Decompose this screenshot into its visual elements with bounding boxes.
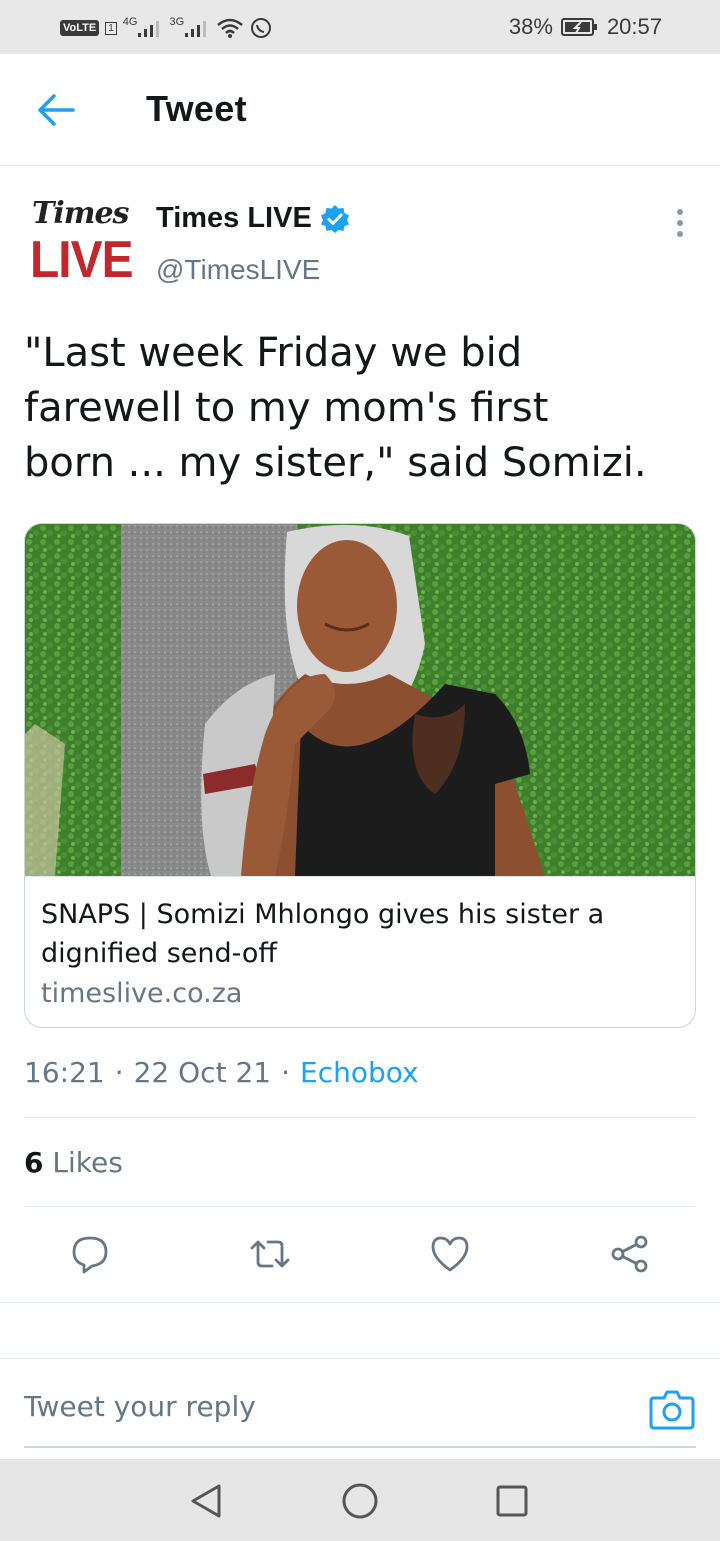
verified-badge-icon [320,204,349,233]
share-button[interactable] [608,1232,652,1276]
triangle-back-icon [191,1484,221,1518]
clock: 20:57 [606,14,662,39]
author-name-text: Times LIVE [156,202,312,234]
camera-button[interactable] [648,1386,696,1432]
card-image[interactable] [25,524,695,876]
retweet-button[interactable] [248,1232,292,1276]
signal-type-1: 4G [122,16,138,28]
more-options-button[interactable] [668,206,692,240]
author-name[interactable]: Times LIVE [156,202,350,235]
circle-home-icon [342,1483,378,1519]
more-vertical-icon [677,209,683,215]
wifi-icon [217,18,243,38]
signal-type-2: 3G [169,16,185,28]
top-app-bar: Tweet [0,54,720,166]
reply-underline [24,1446,696,1448]
tweet-text: "Last week Friday we bid farewell to my … [24,326,696,491]
divider [0,1302,720,1303]
link-preview-card[interactable]: SNAPS | Somizi Mhlongo gives his sister … [24,523,696,1028]
tweet-date: 22 Oct 21 [133,1056,272,1089]
likes-number: 6 [24,1146,44,1179]
tweet-time: 16:21 [24,1056,105,1089]
reply-icon [72,1236,108,1274]
square-recents-icon [496,1485,528,1517]
divider [24,1117,696,1118]
volte-badge: VoLTE [60,20,100,36]
system-nav-bar [0,1459,720,1541]
more-dot [677,231,683,237]
retweet-icon [250,1240,290,1268]
author-handle[interactable]: @TimesLIVE [156,254,320,286]
signal-icon [138,21,160,37]
card-domain: timeslive.co.za [41,978,243,1009]
reply-input[interactable]: Tweet your reply [24,1390,256,1423]
status-right: 38% 20:57 [509,12,662,42]
sim-badge: 1 [105,21,117,35]
meta-separator: · [281,1056,290,1089]
card-title-line: SNAPS | Somizi Mhlongo gives his sister … [41,899,605,930]
status-left: VoLTE 1 4G 3G [60,14,272,42]
reply-button[interactable] [68,1232,112,1276]
divider [24,1206,696,1207]
avatar-logo-text-top: Times [32,196,129,231]
tweet-text-line: born ... my sister," said Somizi. [24,440,647,486]
tweet-text-line: farewell to my mom's first [24,385,549,431]
back-button[interactable] [34,90,78,130]
camera-icon [649,1390,695,1430]
more-dot [677,220,683,226]
avatar[interactable]: Times LIVE [24,196,134,292]
nav-home-button[interactable] [338,1479,382,1523]
card-body[interactable]: SNAPS | Somizi Mhlongo gives his sister … [25,876,695,1027]
page-title: Tweet [146,88,247,129]
arrow-left-icon [38,94,75,126]
whatsapp-icon [251,18,272,38]
heart-icon [431,1236,469,1272]
tweet-meta: 16:21 · 22 Oct 21 · Echobox [24,1056,419,1089]
likes-label: Likes [52,1146,123,1179]
status-bar: VoLTE 1 4G 3G 38% 20:57 [0,0,720,54]
tweet-text-line: "Last week Friday we bid [24,330,523,376]
divider [0,1358,720,1359]
nav-recents-button[interactable] [490,1479,534,1523]
card-photo [25,524,695,876]
battery-icon [560,18,597,36]
nav-back-button[interactable] [184,1479,228,1523]
card-title: SNAPS | Somizi Mhlongo gives his sister … [41,895,681,973]
tweet-source-link[interactable]: Echobox [300,1056,419,1089]
like-button[interactable] [428,1232,472,1276]
avatar-logo-text-bottom: LIVE [30,231,134,289]
signal-icon [185,21,207,37]
card-title-line: dignified send-off [41,938,278,969]
likes-count[interactable]: 6 Likes [24,1146,123,1179]
share-icon [611,1235,648,1273]
battery-percent: 38% [508,14,553,39]
meta-separator: · [114,1056,124,1089]
